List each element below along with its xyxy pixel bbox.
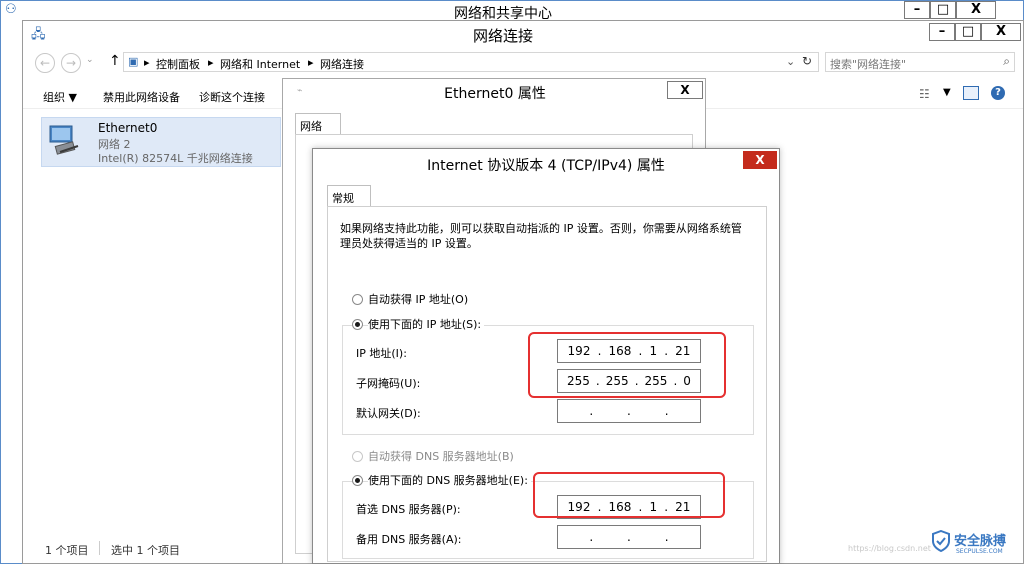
- manual-ip-radio[interactable]: [352, 319, 363, 330]
- octet-separator: .: [589, 530, 594, 544]
- network-adapter-icon: [48, 122, 84, 158]
- status-divider: [99, 541, 100, 555]
- main-titlebar: 🖧 网络连接 – □ X: [23, 21, 1023, 47]
- disable-device-button[interactable]: 禁用此网络设备: [103, 89, 180, 105]
- refresh-icon[interactable]: ↻: [802, 54, 812, 68]
- tcp-dialog-titlebar: Internet 协议版本 4 (TCP/IPv4) 属性 X: [313, 149, 779, 177]
- recent-dropdown-icon[interactable]: ⌄: [86, 55, 94, 65]
- dns-highlight-box: [533, 472, 725, 518]
- gateway-field[interactable]: . . .: [557, 399, 701, 423]
- tcp-dialog-close-button[interactable]: X: [743, 151, 777, 169]
- octet-separator: .: [589, 404, 594, 418]
- alternate-dns-field[interactable]: . . .: [557, 525, 701, 549]
- breadcrumb-arrow-icon: ▸: [144, 56, 150, 69]
- view-options-icon[interactable]: ☷: [919, 87, 930, 101]
- watermark-logo-subtext: SECPULSE.COM: [956, 548, 1003, 555]
- main-minimize-button[interactable]: –: [929, 23, 955, 41]
- ip-address-label: IP 地址(I):: [356, 347, 407, 360]
- auto-dns-radio: [352, 451, 363, 462]
- manual-ip-label: 使用下面的 IP 地址(S):: [368, 316, 485, 332]
- subnet-mask-label: 子网掩码(U):: [356, 377, 421, 390]
- octet-separator: .: [664, 530, 669, 544]
- outer-minimize-button[interactable]: –: [904, 1, 930, 19]
- octet-separator: .: [627, 404, 631, 418]
- shield-logo-icon: [932, 529, 950, 553]
- address-box[interactable]: ▣ ▸ 控制面板 ▸ 网络和 Internet ▸ 网络连接 ⌄ ↻: [123, 52, 819, 72]
- search-icon[interactable]: ⌕: [1003, 54, 1010, 69]
- auto-dns-label: 自动获得 DNS 服务器地址(B): [368, 450, 514, 463]
- status-bar: 1 个项目 选中 1 个项目: [23, 535, 283, 563]
- view-dropdown-icon[interactable]: ▼: [943, 87, 951, 98]
- forward-icon[interactable]: →: [61, 53, 81, 73]
- tab-general[interactable]: 常规: [327, 185, 371, 207]
- outer-close-button[interactable]: X: [956, 1, 996, 19]
- diagnose-button[interactable]: 诊断这个连接: [199, 89, 265, 105]
- ethernet-dialog-close-button[interactable]: X: [667, 81, 703, 99]
- description-text: 如果网络支持此功能，则可以获取自动指派的 IP 设置。否则，你需要从网络系统管理…: [340, 222, 742, 250]
- search-box[interactable]: 搜索"网络连接" ⌕: [825, 52, 1015, 72]
- breadcrumb-arrow-icon: ▸: [208, 56, 214, 69]
- preferred-dns-label: 首选 DNS 服务器(P):: [356, 503, 461, 516]
- manual-dns-label: 使用下面的 DNS 服务器地址(E):: [368, 472, 531, 488]
- organize-menu[interactable]: 组织 ▼: [43, 89, 77, 105]
- selected-count: 选中 1 个项目: [111, 544, 180, 557]
- tcp-dialog-title: Internet 协议版本 4 (TCP/IPv4) 属性: [427, 158, 665, 174]
- gateway-label: 默认网关(D):: [356, 407, 421, 420]
- ethernet-dialog-titlebar: ⌁ Ethernet0 属性 X: [283, 79, 705, 105]
- ip-mask-highlight-box: [528, 332, 726, 398]
- address-dropdown-icon[interactable]: ⌄: [786, 55, 795, 68]
- octet-separator: .: [627, 530, 631, 544]
- octet-separator: .: [664, 404, 669, 418]
- main-close-button[interactable]: X: [981, 23, 1021, 41]
- breadcrumb-network-connections[interactable]: 网络连接: [320, 56, 364, 72]
- main-window-title: 网络连接: [472, 27, 533, 45]
- manual-dns-radio[interactable]: [352, 475, 363, 486]
- tab-general-label: 常规: [332, 192, 354, 205]
- watermark: https://blog.csdn.net 安全脉搏 SECPULSE.COM: [846, 528, 1022, 560]
- preview-pane-icon[interactable]: [963, 86, 979, 100]
- up-icon[interactable]: ↑: [109, 53, 121, 69]
- adapter-name: Ethernet0: [98, 121, 158, 135]
- alternate-dns-label: 备用 DNS 服务器(A):: [356, 533, 462, 546]
- breadcrumb-network-internet[interactable]: 网络和 Internet: [220, 56, 300, 72]
- item-count: 1 个项目: [45, 544, 89, 557]
- breadcrumb-arrow-icon: ▸: [308, 56, 314, 69]
- auto-ip-radio[interactable]: [352, 294, 363, 305]
- main-maximize-button[interactable]: □: [955, 23, 981, 41]
- breadcrumb-control-panel[interactable]: 控制面板: [156, 56, 200, 72]
- control-panel-icon: ▣: [128, 55, 139, 68]
- search-input[interactable]: 搜索"网络连接": [830, 56, 906, 72]
- tab-network-label: 网络: [300, 120, 322, 133]
- adapter-item-ethernet0[interactable]: Ethernet0 网络 2 Intel(R) 82574L 千兆网络连接: [41, 117, 281, 167]
- navigation-bar: ← → ⌄ ↑ ▣ ▸ 控制面板 ▸ 网络和 Internet ▸ 网络连接 ⌄…: [23, 49, 1023, 77]
- outer-titlebar: ⚇ 网络和共享中心 – □ X: [1, 1, 1023, 22]
- ethernet-dialog-title: Ethernet0 属性: [444, 86, 546, 102]
- adapter-device: Intel(R) 82574L 千兆网络连接: [98, 152, 253, 165]
- auto-ip-label: 自动获得 IP 地址(O): [368, 293, 469, 306]
- watermark-url: https://blog.csdn.net: [848, 544, 931, 553]
- watermark-logo-text: 安全脉搏: [954, 534, 1007, 549]
- outer-maximize-button[interactable]: □: [930, 1, 956, 19]
- tab-network[interactable]: 网络: [295, 113, 341, 135]
- back-icon[interactable]: ←: [35, 53, 55, 73]
- help-icon[interactable]: ?: [991, 86, 1005, 100]
